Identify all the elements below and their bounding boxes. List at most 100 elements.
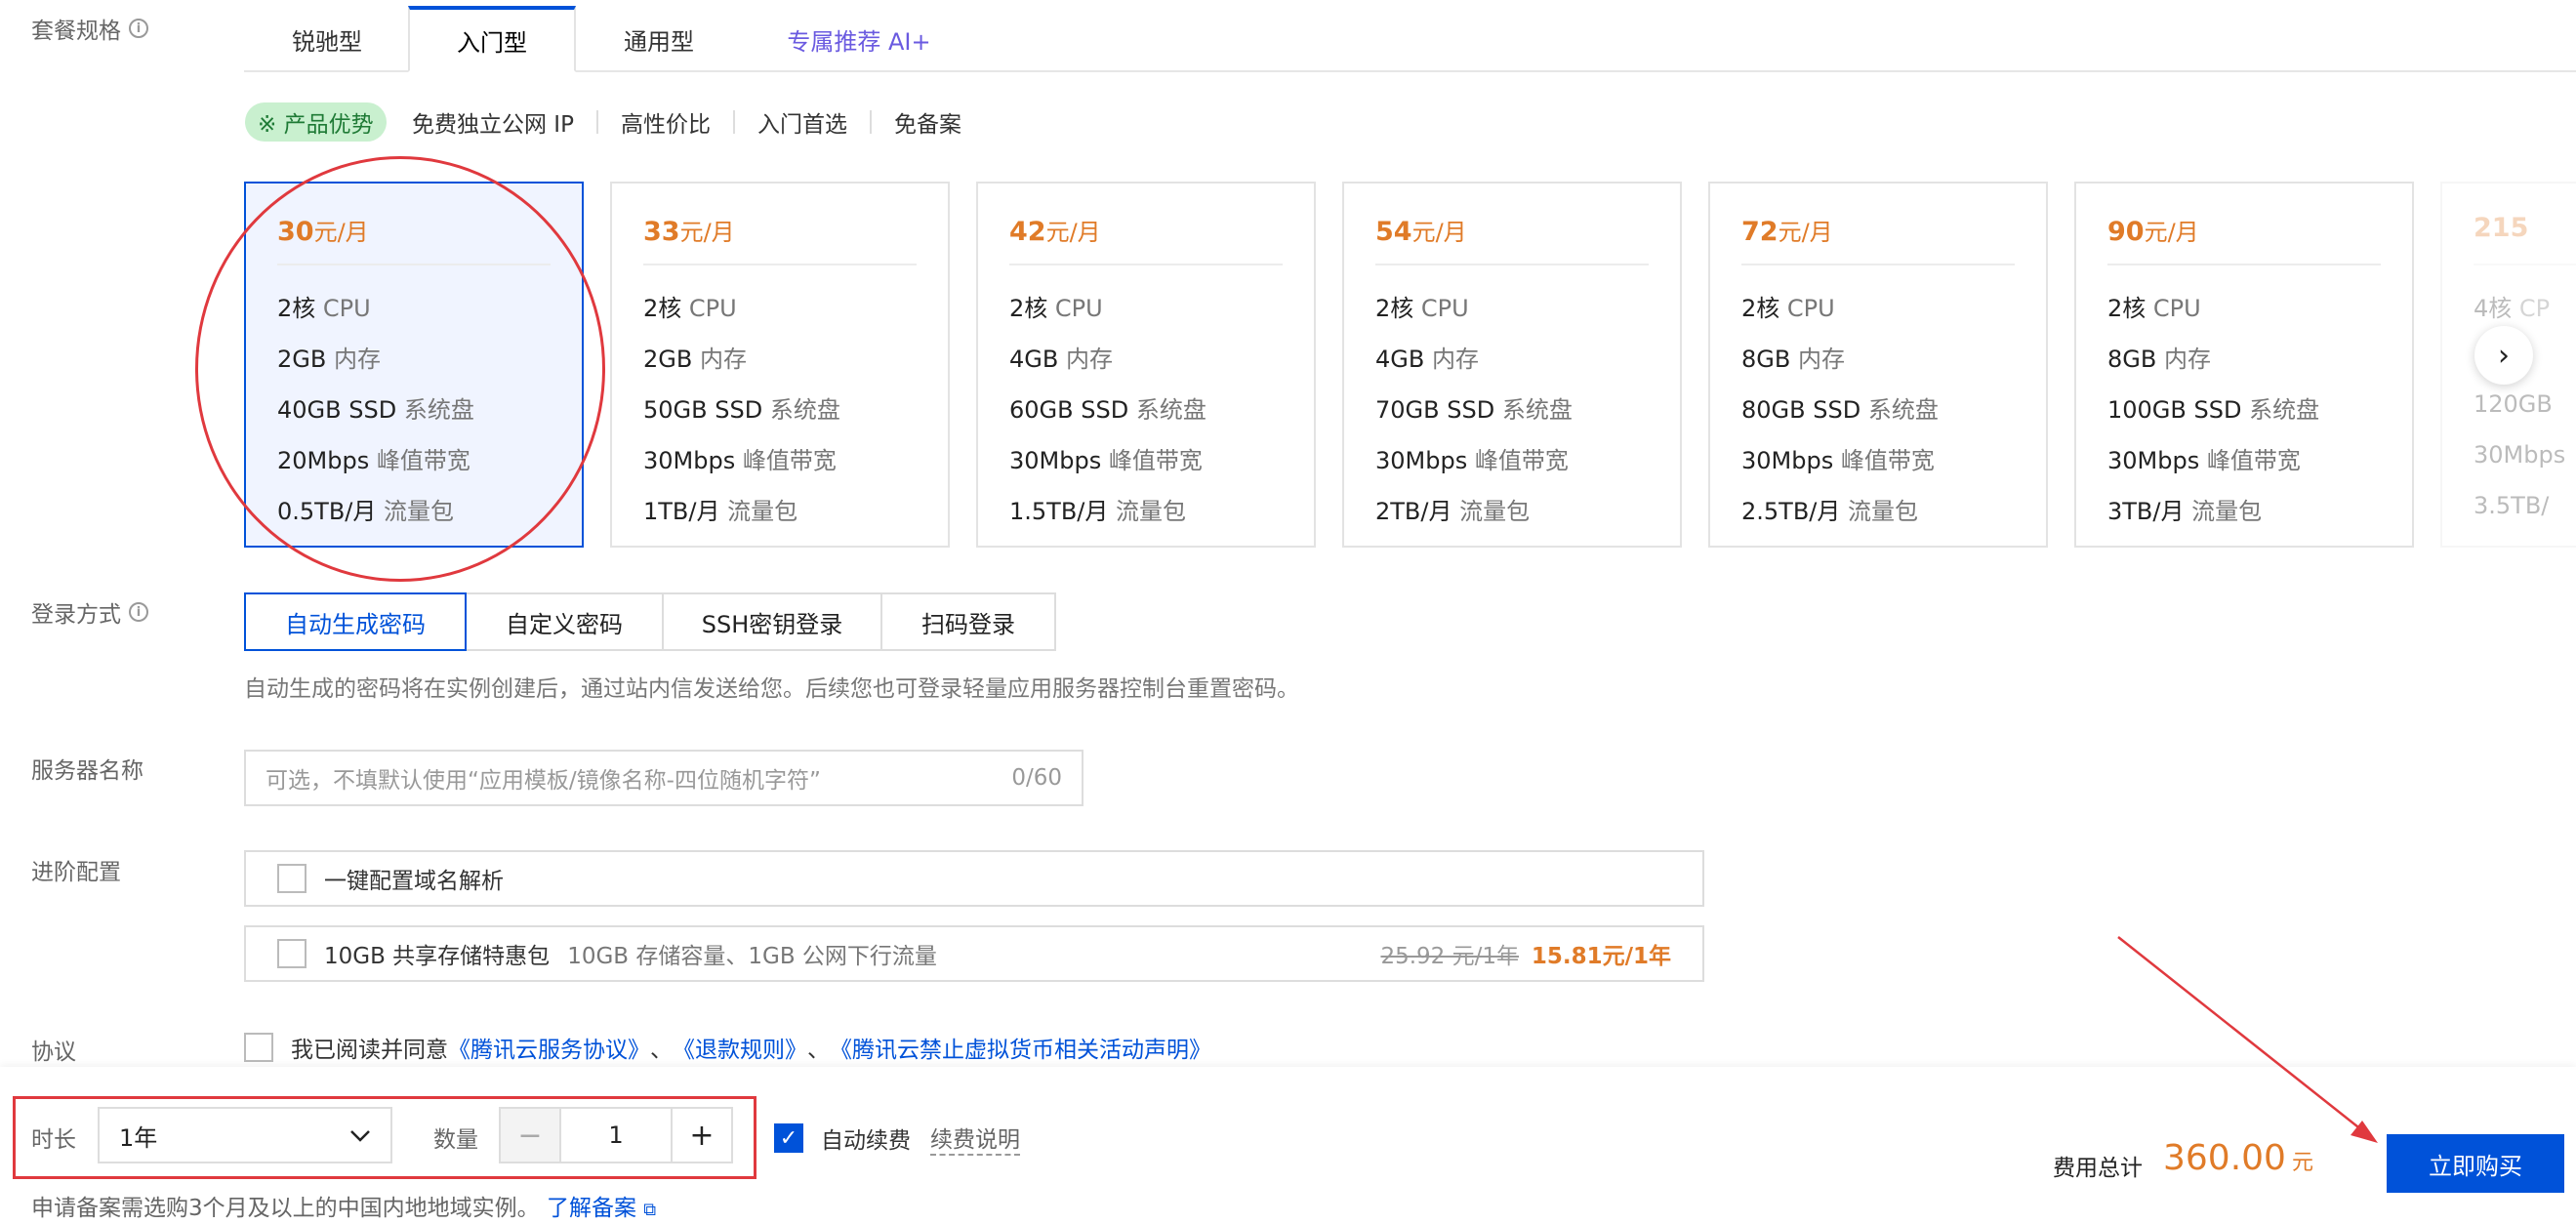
quantity-value[interactable]: 1 [561, 1109, 671, 1162]
shared-storage-option[interactable]: 10GB 共享存储特惠包 10GB 存储容量、1GB 公网下行流量 25.92 … [244, 925, 1704, 982]
spec-label: 套餐规格 i [31, 12, 148, 45]
storage-option-desc: 10GB 存储容量、1GB 公网下行流量 [567, 944, 937, 969]
domain-option-label: 一键配置域名解析 [324, 869, 504, 894]
divider [1741, 264, 2015, 265]
plan-spec-bandwidth: 30Mbps 峰值带宽 [1741, 447, 1935, 474]
divider [277, 264, 551, 265]
spec-label-text: 套餐规格 [31, 19, 121, 44]
plan-spec-disk: 120GB [2474, 390, 2553, 418]
service-agreement-link[interactable]: 《腾讯云服务协议》 [448, 1031, 650, 1064]
buy-now-button[interactable]: 立即购买 [2387, 1134, 2564, 1193]
plan-spec-cpu: 2核 CPU [1009, 295, 1103, 322]
login-ssh-key[interactable]: SSH密钥登录 [662, 592, 882, 651]
char-counter: 0/60 [1011, 765, 1062, 791]
plan-spec-memory: 4GB 内存 [1375, 346, 1479, 373]
divider [2107, 264, 2381, 265]
plan-spec-disk: 100GB SSD 系统盘 [2107, 396, 2320, 424]
agreement-row: 我已阅读并同意 《腾讯云服务协议》 、 《退款规则》 、 《腾讯云禁止虚拟货币相… [244, 1031, 1211, 1064]
storage-new-price: 15.81元/1年 [1531, 944, 1671, 969]
plan-spec-traffic: 1TB/月 流量包 [643, 498, 798, 525]
tab-entry[interactable]: 入门型 [408, 6, 576, 72]
login-auto-password[interactable]: 自动生成密码 [244, 592, 467, 651]
plan-spec-cpu: 2核 CPU [643, 295, 737, 322]
separator: 、 [650, 1038, 673, 1063]
storage-old-price: 25.92 元/1年 [1380, 944, 1519, 969]
plan-tabs: 锐驰型 入门型 通用型 专属推荐 AI+ [244, 0, 2576, 72]
plan-spec-disk: 70GB SSD 系统盘 [1375, 396, 1573, 424]
tab-ai-recommend[interactable]: 专属推荐 AI+ [752, 8, 966, 70]
plan-spec-memory: 2GB 内存 [277, 346, 381, 373]
plan-card[interactable]: 42元/月 2核 CPU 4GB 内存 60GB SSD 系统盘 30Mbps 峰值带宽… [976, 182, 1316, 548]
auto-renew-label[interactable]: 自动续费 [821, 1122, 911, 1155]
total-amount: 360.00 元 [2163, 1138, 2313, 1178]
currency-unit: 元 [2291, 1151, 2313, 1175]
feature-item: 高性价比 [620, 112, 711, 138]
next-arrow-button[interactable]: › [2474, 326, 2533, 385]
chevron-down-icon [349, 1122, 371, 1149]
feature-item: 入门首选 [756, 112, 847, 138]
plan-spec-cpu: 2核 CPU [1375, 295, 1469, 322]
decrease-button[interactable]: − [501, 1109, 561, 1162]
server-name-input[interactable]: 可选，不填默认使用“应用模板/镜像名称-四位随机字符” 0/60 [244, 750, 1084, 806]
domain-resolution-option[interactable]: 一键配置域名解析 [244, 850, 1704, 907]
increase-button[interactable]: + [671, 1109, 731, 1162]
login-label: 登录方式 i [31, 595, 148, 629]
divider [595, 110, 598, 134]
plan-spec-cpu: 2核 CPU [1741, 295, 1835, 322]
plan-price: 42元/月 [1009, 217, 1101, 247]
domain-checkbox[interactable] [277, 864, 307, 893]
storage-option-label: 10GB 共享存储特惠包 [324, 944, 551, 969]
plan-card[interactable]: 54元/月 2核 CPU 4GB 内存 70GB SSD 系统盘 30Mbps 峰值带宽… [1342, 182, 1682, 548]
duration-select[interactable]: 1年 [98, 1107, 392, 1163]
plan-spec-memory: 2GB 内存 [643, 346, 747, 373]
plan-spec-bandwidth: 30Mbps [2474, 441, 2566, 469]
total-value: 360.00 [2163, 1138, 2286, 1178]
server-name-label: 服务器名称 [31, 758, 143, 784]
learn-filing-link[interactable]: 了解备案 ⧉ [547, 1196, 656, 1221]
divider [869, 110, 872, 134]
login-hint: 自动生成的密码将在实例创建后，通过站内信发送给您。后续您也可登录轻量应用服务器控… [244, 676, 1299, 702]
plan-price: 90元/月 [2107, 217, 2199, 247]
plan-spec-disk: 50GB SSD 系统盘 [643, 396, 840, 424]
plan-price: 215 [2474, 213, 2529, 243]
plan-price: 54元/月 [1375, 217, 1467, 247]
info-icon[interactable]: i [129, 19, 148, 38]
plan-spec-traffic: 3.5TB/ [2474, 492, 2550, 519]
refund-rules-link[interactable]: 《退款规则》 [673, 1031, 807, 1064]
login-qr-code[interactable]: 扫码登录 [880, 592, 1056, 651]
storage-checkbox[interactable] [277, 939, 307, 968]
duration-label: 时长 [31, 1127, 76, 1153]
plan-card[interactable]: 30元/月 2核 CPU 2GB 内存 40GB SSD 系统盘 20Mbps 峰值带宽… [244, 182, 584, 548]
plan-price: 33元/月 [643, 217, 735, 247]
divider [732, 110, 735, 134]
crypto-statement-link[interactable]: 《腾讯云禁止虚拟货币相关活动声明》 [830, 1031, 1211, 1064]
plan-card[interactable]: 90元/月 2核 CPU 8GB 内存 100GB SSD 系统盘 30Mbps 峰值带… [2074, 182, 2414, 548]
plan-spec-traffic: 2.5TB/月 流量包 [1741, 498, 1919, 525]
divider [643, 264, 917, 265]
agreement-prefix: 我已阅读并同意 [291, 1038, 448, 1063]
login-label-text: 登录方式 [31, 602, 121, 628]
plan-spec-traffic: 0.5TB/月 流量包 [277, 498, 455, 525]
auto-renew-checkbox[interactable]: ✓ [774, 1123, 803, 1153]
server-name-placeholder: 可选，不填默认使用“应用模板/镜像名称-四位随机字符” [266, 768, 821, 794]
renew-info-link[interactable]: 续费说明 [930, 1121, 1020, 1156]
feature-list: 免费独立公网 IP 高性价比 入门首选 免备案 [412, 104, 961, 140]
plan-card[interactable]: 33元/月 2核 CPU 2GB 内存 50GB SSD 系统盘 30Mbps 峰值带宽… [610, 182, 950, 548]
quantity-stepper: − 1 + [499, 1107, 733, 1163]
advanced-label: 进阶配置 [31, 860, 121, 885]
tab-ruichi[interactable]: 锐驰型 [244, 8, 410, 70]
plan-spec-traffic: 1.5TB/月 流量包 [1009, 498, 1187, 525]
feature-item: 免备案 [893, 112, 961, 138]
plan-price: 30元/月 [277, 217, 369, 247]
agreement-checkbox[interactable] [244, 1033, 273, 1062]
plan-spec-cpu: 2核 CPU [277, 295, 371, 322]
info-icon[interactable]: i [129, 602, 148, 622]
login-custom-password[interactable]: 自定义密码 [465, 592, 664, 651]
plan-spec-disk: 60GB SSD 系统盘 [1009, 396, 1206, 424]
plan-spec-bandwidth: 30Mbps 峰值带宽 [1009, 447, 1203, 474]
feature-item: 免费独立公网 IP [412, 112, 574, 138]
plan-card[interactable]: 72元/月 2核 CPU 8GB 内存 80GB SSD 系统盘 30Mbps 峰值带宽… [1708, 182, 2048, 548]
tab-general[interactable]: 通用型 [576, 8, 742, 70]
plan-spec-traffic: 3TB/月 流量包 [2107, 498, 2263, 525]
login-method-group: 自动生成密码 自定义密码 SSH密钥登录 扫码登录 [244, 592, 1056, 651]
